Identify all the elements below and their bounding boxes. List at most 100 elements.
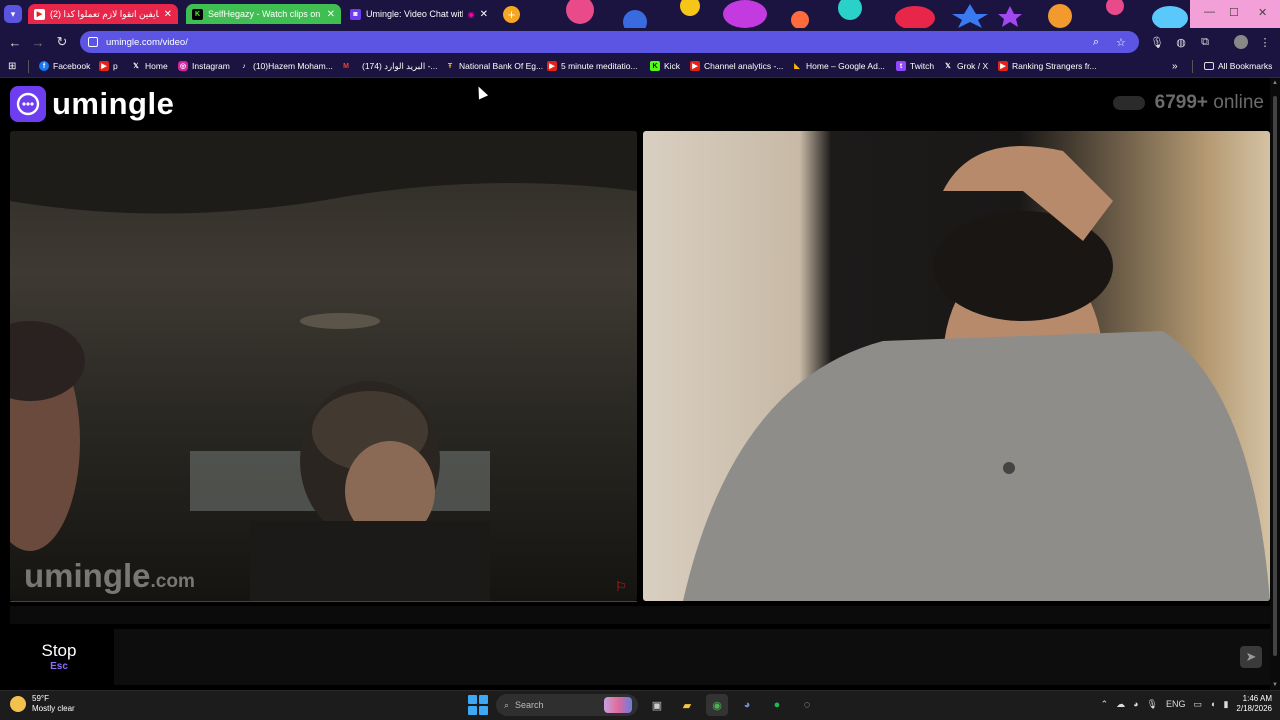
chrome-icon[interactable]: ◉ bbox=[706, 694, 728, 716]
bookmark-tiktok[interactable]: ♪ (10)Hazem Moham... bbox=[239, 61, 333, 71]
search-icon: ⌕ bbox=[504, 699, 510, 710]
tab-umingle[interactable]: ◙ Umingle: Video Chat with S ◉ ✕ bbox=[344, 4, 494, 24]
monitor-icon[interactable]: ▭ bbox=[1194, 699, 1203, 710]
apps-grid-icon[interactable]: ⊞ bbox=[8, 61, 16, 72]
extension-globe-icon[interactable]: ◍ bbox=[1175, 36, 1187, 49]
scroll-up-icon[interactable]: ▲ bbox=[1271, 80, 1279, 86]
bookmark-analytics[interactable]: ▶ Channel analytics -... bbox=[690, 61, 783, 71]
close-tab-icon[interactable]: ✕ bbox=[480, 9, 488, 20]
microphone-icon[interactable]: 🎙 bbox=[1147, 699, 1158, 710]
connection-progress bbox=[10, 601, 637, 602]
bookmark-label: National Bank Of Eg... bbox=[459, 61, 544, 71]
kick-icon: K bbox=[192, 8, 203, 20]
clock-date: 2/18/2026 bbox=[1236, 704, 1272, 713]
google-ads-icon: ◣ bbox=[794, 63, 800, 70]
stop-button[interactable]: Stop Esc bbox=[10, 629, 108, 685]
youtube-icon: ▶ bbox=[690, 61, 700, 71]
volume-icon[interactable]: ◖ bbox=[1210, 699, 1215, 709]
theme-toggle[interactable] bbox=[1112, 96, 1145, 110]
maximize-icon[interactable]: ☐ bbox=[1229, 6, 1239, 19]
umingle-watermark: umingle.com bbox=[24, 557, 195, 595]
bookmark-label: All Bookmarks bbox=[1218, 61, 1273, 71]
close-window-icon[interactable]: ✕ bbox=[1258, 6, 1267, 19]
search-highlight-image bbox=[604, 697, 632, 713]
umingle-page: umingle 6799+ online umingle.com ⚐ Stop … bbox=[0, 78, 1280, 690]
bookmark-meditation[interactable]: ▶ 5 minute meditatio... bbox=[547, 61, 638, 71]
twitch-icon: t bbox=[896, 61, 906, 71]
bookmark-gmail[interactable]: M bbox=[341, 61, 355, 71]
bookmark-google-ads[interactable]: ◣ Home – Google Ad... bbox=[792, 61, 885, 71]
discord-icon[interactable]: ◕ bbox=[736, 694, 758, 716]
menu-kebab-icon[interactable]: ⋮ bbox=[1259, 36, 1271, 49]
tab-title: (2) شايفين اتقوا لازم تعملوا كدا bbox=[50, 8, 159, 19]
bank-icon: Ŧ bbox=[447, 62, 453, 70]
windows-start-icon[interactable] bbox=[468, 695, 488, 715]
logo-text: umingle bbox=[52, 86, 175, 121]
task-view-icon[interactable]: ▣ bbox=[646, 694, 668, 716]
self-video-frame bbox=[683, 146, 1270, 601]
spotify-icon[interactable]: ● bbox=[766, 694, 788, 716]
recording-icon: ◉ bbox=[467, 9, 475, 19]
bookmark-ranking[interactable]: ▶ Ranking Strangers fr... bbox=[998, 61, 1097, 71]
x-icon: 𝕏 bbox=[945, 63, 951, 70]
scrollbar-thumb[interactable] bbox=[1273, 96, 1277, 656]
bookmark-nbe[interactable]: Ŧ National Bank Of Eg... bbox=[445, 61, 543, 71]
zoom-icon[interactable]: ⌕ bbox=[1093, 36, 1099, 49]
clock-time: 1:46 AM bbox=[1242, 694, 1272, 703]
taskbar-search[interactable]: ⌕ Search bbox=[496, 694, 638, 716]
send-icon[interactable]: ➤ bbox=[1240, 646, 1262, 668]
file-explorer-icon[interactable]: ▰ bbox=[676, 694, 698, 716]
bookmarks-bar: ⊞ f Facebook ▶ p 𝕏 Home ◎ Instagram ♪ (10)Haz… bbox=[0, 56, 1280, 78]
language-indicator[interactable]: ENG bbox=[1166, 699, 1186, 709]
back-icon[interactable]: ← bbox=[6, 33, 24, 51]
extensions-icon[interactable]: ⧉ bbox=[1199, 36, 1211, 48]
close-tab-icon[interactable]: ✕ bbox=[164, 9, 172, 20]
forward-icon[interactable]: → bbox=[29, 33, 47, 51]
stranger-video: umingle.com ⚐ bbox=[10, 131, 637, 601]
weather-widget[interactable]: 59°F Mostly clear bbox=[10, 694, 75, 713]
scroll-down-icon[interactable]: ▼ bbox=[1271, 682, 1279, 688]
folder-icon bbox=[1204, 62, 1214, 70]
chat-message-input[interactable]: ➤ bbox=[114, 629, 1270, 685]
bookmark-grok[interactable]: 𝕏 Grok / X bbox=[943, 61, 988, 71]
tab-search-button[interactable]: ▾ bbox=[4, 5, 22, 23]
theme-decoration bbox=[566, 0, 1280, 28]
minimize-icon[interactable]: — bbox=[1204, 6, 1215, 18]
browser-tab-strip: ▾ ▶ (2) شايفين اتقوا لازم تعملوا كدا ✕ K… bbox=[0, 0, 1280, 28]
battery-icon[interactable]: ▮ bbox=[1223, 699, 1228, 710]
close-tab-icon[interactable]: ✕ bbox=[327, 9, 335, 20]
reload-icon[interactable]: ↻ bbox=[53, 33, 71, 51]
youtube-icon: ▶ bbox=[547, 61, 557, 71]
chevron-up-icon[interactable]: ⌃ bbox=[1101, 699, 1109, 710]
bookmark-facebook[interactable]: f Facebook bbox=[39, 61, 90, 71]
gmail-icon: M bbox=[343, 62, 349, 70]
page-scrollbar[interactable]: ▲ ▼ bbox=[1270, 78, 1280, 690]
system-tray: ⌃ ☁ ◕ 🎙 ENG ▭ ◖ ▮ 1:46 AM 2/18/2026 bbox=[1101, 694, 1272, 714]
all-bookmarks-folder[interactable]: All Bookmarks bbox=[1204, 61, 1272, 71]
system-clock[interactable]: 1:46 AM 2/18/2026 bbox=[1236, 694, 1272, 714]
youtube-icon: ▶ bbox=[99, 61, 109, 71]
tab-kick[interactable]: K SelfHegazy - Watch clips on Ki ✕ bbox=[186, 4, 341, 24]
app-icon[interactable]: ◌ bbox=[796, 694, 818, 716]
address-bar[interactable]: umingle.com/video/ ⌕ ☆ bbox=[80, 31, 1139, 53]
bookmark-twitch[interactable]: t Twitch bbox=[896, 61, 934, 71]
discord-tray-icon[interactable]: ◕ bbox=[1133, 699, 1138, 709]
tab-youtube[interactable]: ▶ (2) شايفين اتقوا لازم تعملوا كدا ✕ bbox=[28, 4, 178, 24]
profile-avatar[interactable] bbox=[1234, 35, 1248, 49]
site-info-icon[interactable] bbox=[88, 37, 98, 47]
new-tab-button[interactable]: + bbox=[503, 6, 520, 23]
bookmark-kick[interactable]: K Kick bbox=[650, 61, 680, 71]
site-logo[interactable]: umingle bbox=[10, 86, 174, 122]
bookmark-home[interactable]: 𝕏 Home bbox=[131, 61, 168, 71]
onedrive-icon[interactable]: ☁ bbox=[1116, 699, 1125, 710]
temperature: 59°F bbox=[32, 694, 49, 703]
taskbar-apps: ⌕ Search ▣ ▰ ◉ ◕ ● ◌ bbox=[468, 694, 818, 716]
more-bookmarks-icon[interactable]: » bbox=[1172, 61, 1178, 72]
bookmark-p[interactable]: ▶ p bbox=[99, 61, 118, 71]
bookmark-star-icon[interactable]: ☆ bbox=[1116, 36, 1126, 49]
report-flag-icon[interactable]: ⚐ bbox=[615, 579, 631, 594]
watermark-domain: .com bbox=[150, 571, 195, 592]
microphone-icon[interactable]: 🎙 bbox=[1150, 36, 1164, 49]
bookmark-instagram[interactable]: ◎ Instagram bbox=[178, 61, 230, 71]
bookmark-inbox[interactable]: (174) البريد الوارد -... bbox=[362, 61, 438, 72]
